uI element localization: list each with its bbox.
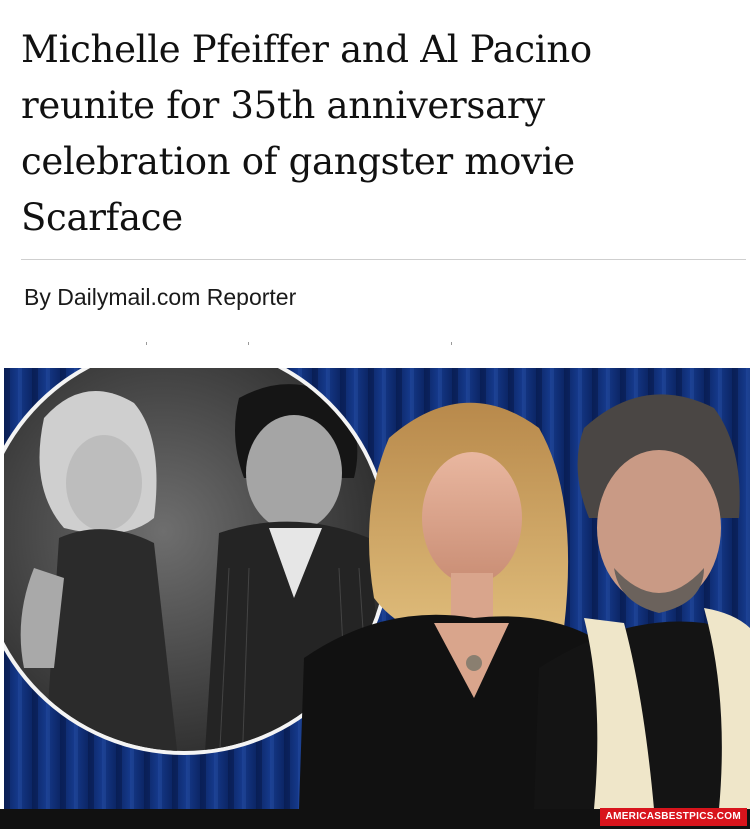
photo-illustration [4, 368, 750, 809]
watermark-badge: AMERICASBESTPICS.COM [599, 808, 747, 826]
separator-tick [146, 342, 147, 345]
headline-divider [21, 259, 746, 260]
article-byline: By Dailymail.com Reporter [24, 284, 297, 310]
article-photo[interactable] [4, 368, 750, 809]
separator-tick [451, 342, 452, 345]
article-headline: Michelle Pfeiffer and Al Pacino reunite … [21, 28, 592, 239]
separator-tick [248, 342, 249, 345]
